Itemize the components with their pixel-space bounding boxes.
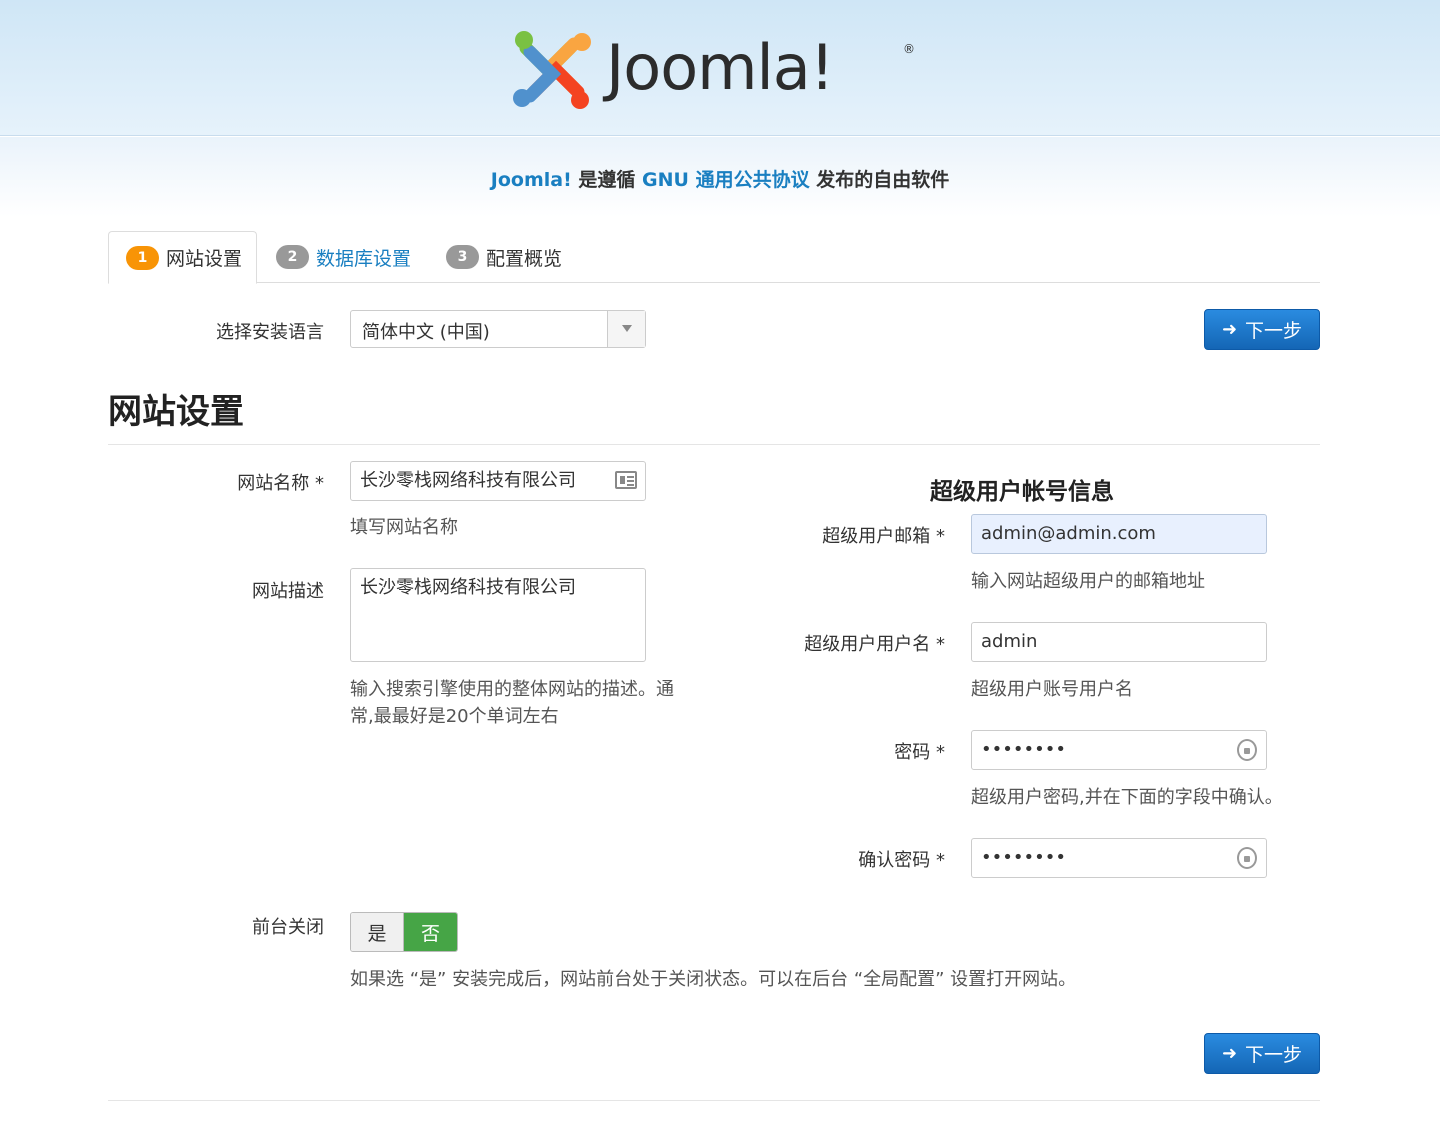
confirm-password-label: 确认密码 *: [858, 850, 945, 871]
site-desc-help-1: 输入搜索引擎使用的整体网站的描述。通: [350, 679, 674, 700]
admin-email-value: admin@admin.com: [981, 523, 1156, 544]
site-name-help: 填写网站名称: [350, 517, 458, 538]
next-button-top[interactable]: ➜ 下一步: [1204, 309, 1320, 350]
next-button-label: 下一步: [1245, 1044, 1303, 1066]
joomla-link[interactable]: Joomla!: [491, 169, 572, 191]
admin-username-help: 超级用户账号用户名: [971, 679, 1133, 700]
password-input[interactable]: ••••••••: [971, 730, 1267, 770]
site-name-label: 网站名称 *: [237, 473, 324, 494]
admin-email-help: 输入网站超级用户的邮箱地址: [971, 571, 1205, 592]
lock-icon: [1237, 847, 1257, 869]
install-steps-tabs: 1 网站设置 2 数据库设置 3 配置概览: [108, 231, 1320, 284]
language-label: 选择安装语言: [216, 322, 324, 343]
tab-overview[interactable]: 3 配置概览: [446, 231, 562, 283]
password-value: ••••••••: [981, 739, 1066, 760]
step-badge: 2: [276, 245, 309, 269]
chevron-down-icon: [622, 325, 632, 332]
admin-email-input[interactable]: admin@admin.com: [971, 514, 1267, 554]
site-desc-value: 长沙零栈网络科技有限公司: [360, 577, 576, 598]
admin-username-input[interactable]: admin: [971, 622, 1267, 662]
password-label: 密码 *: [894, 742, 945, 763]
offline-help: 如果选 “是” 安装完成后，网站前台处于关闭状态。可以在后台 “全局配置” 设置…: [350, 969, 1077, 990]
tab-label: 网站设置: [166, 248, 243, 270]
gpl-link[interactable]: GNU 通用公共协议: [642, 169, 810, 191]
step-badge: 3: [446, 245, 479, 269]
vcard-icon: [615, 471, 637, 489]
registered-mark: ®: [903, 42, 915, 56]
offline-yes-option[interactable]: 是: [351, 913, 405, 951]
lock-icon: [1237, 739, 1257, 761]
divider: [108, 1100, 1320, 1101]
site-name-value: 长沙零栈网络科技有限公司: [360, 470, 576, 491]
language-select[interactable]: 简体中文 (中国): [350, 310, 646, 348]
site-desc-textarea[interactable]: 长沙零栈网络科技有限公司: [350, 568, 646, 662]
arrow-right-icon: ➜: [1221, 319, 1238, 340]
offline-label: 前台关闭: [252, 917, 324, 938]
password-help: 超级用户密码,并在下面的字段中确认。: [971, 787, 1283, 808]
dropdown-toggle[interactable]: [607, 311, 645, 347]
admin-email-label: 超级用户邮箱 *: [822, 526, 945, 547]
language-value: 简体中文 (中国): [362, 322, 490, 343]
logo-wordmark: Joomla!: [606, 31, 835, 104]
arrow-right-icon: ➜: [1221, 1043, 1238, 1064]
divider: [108, 444, 1320, 445]
header-banner: Joomla! ®: [0, 0, 1440, 136]
license-text-1: 是遵循: [578, 169, 636, 191]
tab-site-settings[interactable]: 1 网站设置: [108, 231, 257, 284]
tab-database-settings[interactable]: 2 数据库设置: [276, 231, 411, 283]
site-desc-help-2: 常,最最好是20个单词左右: [350, 706, 559, 727]
next-button-bottom[interactable]: ➜ 下一步: [1204, 1033, 1320, 1074]
offline-toggle[interactable]: 是 否: [350, 912, 458, 952]
step-badge: 1: [126, 245, 159, 270]
joomla-logo-icon: [513, 31, 591, 109]
admin-username-value: admin: [981, 631, 1038, 652]
page-title: 网站设置: [108, 392, 244, 432]
admin-username-label: 超级用户用户名 *: [804, 634, 945, 655]
license-notice: Joomla! 是遵循 GNU 通用公共协议 发布的自由软件: [0, 165, 1440, 192]
offline-no-option[interactable]: 否: [404, 913, 457, 951]
confirm-password-value: ••••••••: [981, 847, 1066, 868]
tab-label: 配置概览: [486, 247, 563, 270]
next-button-label: 下一步: [1245, 320, 1303, 342]
site-name-input[interactable]: 长沙零栈网络科技有限公司: [350, 461, 646, 501]
joomla-logo[interactable]: Joomla! ®: [508, 24, 918, 112]
admin-section-title: 超级用户帐号信息: [930, 479, 1114, 505]
license-text-2: 发布的自由软件: [816, 169, 950, 191]
tab-label: 数据库设置: [316, 247, 412, 270]
confirm-password-input[interactable]: ••••••••: [971, 838, 1267, 878]
site-desc-label: 网站描述: [252, 581, 324, 602]
